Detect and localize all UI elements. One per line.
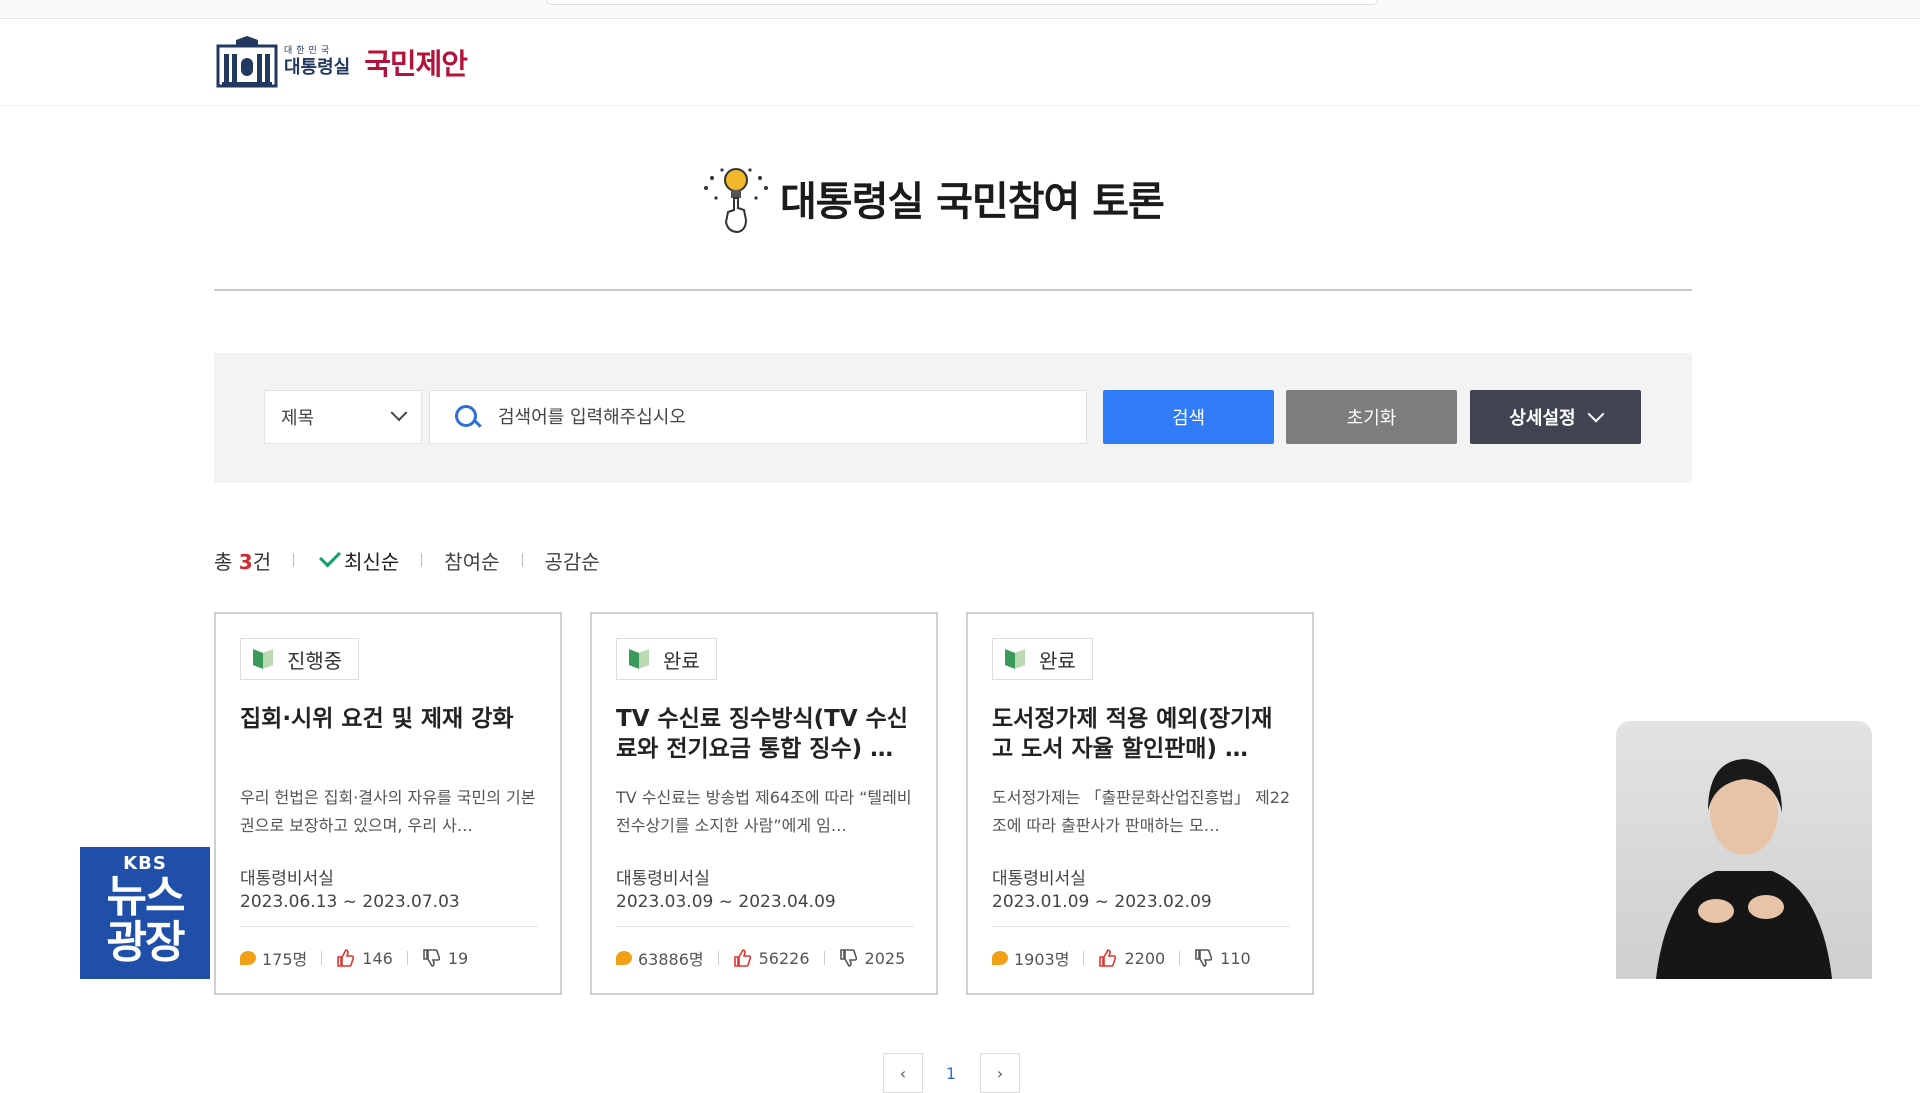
thumbs-up-icon — [1099, 949, 1117, 967]
sign-language-interpreter-video — [1616, 721, 1872, 979]
thumbs-down-icon — [423, 949, 440, 967]
chevron-down-icon — [1587, 405, 1605, 423]
divider — [240, 926, 538, 927]
logo-service-name: 국민제안 — [364, 47, 468, 81]
search-input-wrapper[interactable] — [429, 390, 1087, 444]
card-description: 도서정가제는 「출판문화산업진흥법」 제22조에 따라 출판사가 판매하는 모… — [992, 788, 1291, 835]
discussion-card[interactable]: 완료 도서정가제 적용 예외(장기재고 도서 자율 할인판매) … 도서정가제는… — [966, 612, 1314, 995]
card-stats: 175명 146 19 — [240, 946, 468, 970]
page-title-block: 대통령실 국민참여 토론 — [696, 160, 1165, 236]
prev-page-button[interactable]: ‹ — [883, 1053, 923, 1093]
divider — [521, 553, 523, 567]
cube-icon — [1005, 649, 1027, 669]
card-period: 2023.01.09 ~ 2023.02.09 — [992, 892, 1212, 912]
card-description: 우리 헌법은 집회·결사의 자유를 국민의 기본권으로 보장하고 있으며, 우리… — [240, 788, 536, 835]
thumbs-up-icon — [337, 949, 355, 967]
card-title[interactable]: 집회·시위 요건 및 제재 강화 — [240, 704, 540, 734]
search-field-select[interactable]: 제목 — [264, 390, 422, 444]
detail-settings-label: 상세설정 — [1509, 408, 1576, 429]
dislikes-count: 19 — [447, 948, 469, 968]
search-field-select-value: 제목 — [281, 408, 315, 429]
result-count: 총 3건 — [214, 549, 272, 574]
participants-count: 1903명 — [1014, 950, 1070, 969]
title-divider — [214, 289, 1692, 291]
thumbs-down-icon — [1195, 949, 1213, 967]
divider — [293, 553, 295, 567]
result-sort-bar: 총 3건 최신순 참여순 공감순 — [214, 544, 600, 576]
likes-count: 56226 — [758, 948, 810, 968]
card-department: 대통령비서실 — [616, 869, 710, 889]
sort-latest[interactable]: 최신순 — [344, 546, 399, 575]
dislikes-count: 2025 — [864, 948, 906, 968]
next-page-button[interactable]: › — [980, 1053, 1020, 1093]
card-stats: 63886명 56226 2025 — [616, 946, 905, 970]
browser-top-strip — [0, 0, 1920, 19]
divider — [421, 553, 423, 567]
presidential-seal-icon — [216, 36, 278, 88]
search-input[interactable] — [496, 405, 1060, 429]
card-department: 대통령비서실 — [240, 869, 334, 889]
status-badge: 진행중 — [240, 638, 360, 680]
check-icon — [319, 545, 342, 567]
comment-bubble-icon — [616, 951, 632, 965]
discussion-card[interactable]: 완료 TV 수신료 징수방식(TV 수신료와 전기요금 통합 징수) … TV … — [590, 612, 938, 995]
address-bar-edge — [546, 0, 1378, 5]
lightbulb-hand-icon — [696, 160, 772, 236]
page-title: 대통령실 국민참여 토론 — [780, 179, 1165, 225]
card-period: 2023.06.13 ~ 2023.07.03 — [240, 892, 460, 912]
search-button[interactable]: 검색 — [1103, 390, 1274, 444]
sort-participation[interactable]: 참여순 — [444, 546, 499, 575]
reset-button[interactable]: 초기화 — [1286, 390, 1457, 444]
divider — [616, 926, 914, 927]
cube-icon — [253, 649, 275, 669]
discussion-card[interactable]: 진행중 집회·시위 요건 및 제재 강화 우리 헌법은 집회·결사의 자유를 국… — [214, 612, 562, 995]
comment-bubble-icon — [992, 951, 1008, 965]
card-description: TV 수신료는 방송법 제64조에 따라 “텔레비전수상기를 소지한 사람”에게… — [616, 788, 912, 835]
logo-office-text: 대통령실 — [284, 57, 351, 78]
card-period: 2023.03.09 ~ 2023.04.09 — [616, 892, 836, 912]
likes-count: 146 — [362, 948, 393, 968]
program-name-line1: 뉴스 — [106, 871, 186, 922]
divider — [992, 926, 1290, 927]
page-number-current[interactable]: 1 — [931, 1053, 971, 1093]
card-stats: 1903명 2200 110 — [992, 946, 1251, 970]
logo-tiny-text: 대한민국 — [284, 46, 334, 56]
broadcaster-logo: KBS 뉴스 광장 — [80, 847, 210, 979]
card-department: 대통령비서실 — [992, 869, 1086, 889]
comment-bubble-icon — [240, 951, 256, 965]
cube-icon — [629, 649, 651, 669]
search-icon — [454, 404, 480, 430]
thumbs-down-icon — [839, 949, 857, 967]
detail-settings-button[interactable]: 상세설정 — [1470, 390, 1641, 444]
status-badge: 완료 — [992, 638, 1093, 680]
participants-count: 63886명 — [638, 950, 704, 969]
card-title[interactable]: 도서정가제 적용 예외(장기재고 도서 자율 할인판매) … — [992, 704, 1292, 764]
dislikes-count: 110 — [1220, 948, 1251, 968]
status-badge: 완료 — [616, 638, 717, 680]
chevron-down-icon — [390, 404, 408, 422]
program-name-line2: 광장 — [106, 917, 186, 968]
sort-empathy[interactable]: 공감순 — [545, 546, 600, 575]
card-title[interactable]: TV 수신료 징수방식(TV 수신료와 전기요금 통합 징수) … — [616, 704, 916, 764]
thumbs-up-icon — [733, 949, 751, 967]
likes-count: 2200 — [1124, 948, 1166, 968]
site-logo[interactable]: 대한민국 대통령실 국민제안 — [216, 36, 468, 88]
participants-count: 175명 — [262, 950, 308, 969]
